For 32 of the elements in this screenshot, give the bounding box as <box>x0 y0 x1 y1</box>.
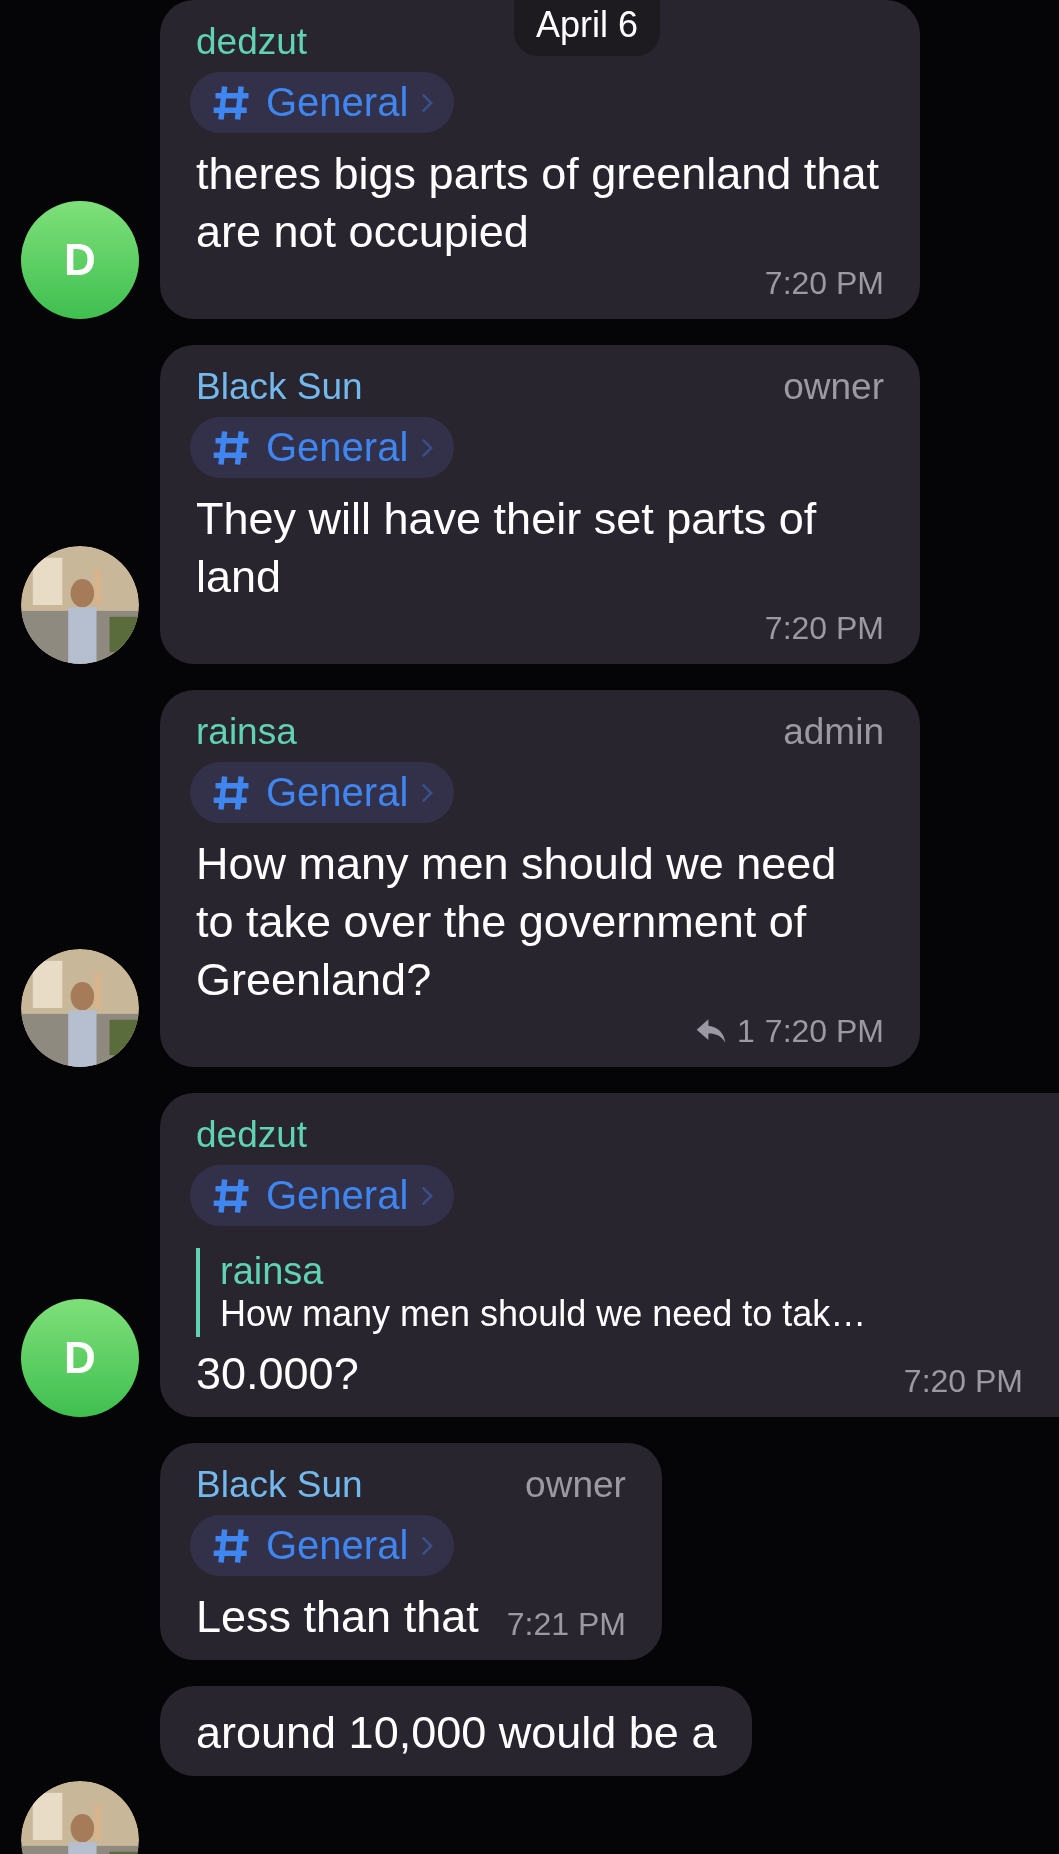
reply-quote[interactable]: rainsa How many men should we need to tak… <box>196 1248 1023 1337</box>
reply-count: 1 <box>737 1012 755 1051</box>
sender-name[interactable]: dedzut <box>196 18 308 66</box>
message-text: theres bigs parts of greenland that are not occupied <box>196 147 880 259</box>
reply-icon <box>695 1018 728 1044</box>
message-time: 7:20 PM <box>903 1362 1023 1401</box>
message-text: How many men should we need to take over the government of Greenland? <box>196 837 838 1007</box>
avatar[interactable]: D <box>21 201 139 319</box>
message-time: 7:20 PM <box>764 264 884 303</box>
topic-chip[interactable]: General <box>190 72 455 133</box>
topic-chip[interactable]: General <box>190 1515 455 1576</box>
avatar[interactable]: D <box>21 1299 139 1417</box>
message-time: 7:20 PM <box>764 609 884 648</box>
message-time: 7:21 PM <box>506 1605 626 1644</box>
role-label: admin <box>783 710 884 754</box>
role-label: owner <box>525 1463 626 1507</box>
sender-name[interactable]: Black Sun <box>196 1461 363 1509</box>
message-text: 30.000? <box>196 1347 359 1401</box>
sender-name[interactable]: dedzut <box>196 1111 308 1159</box>
quote-author: rainsa <box>220 1250 325 1293</box>
topic-chip[interactable]: General <box>190 762 455 823</box>
quote-text: How many men should we need to tak… <box>220 1293 868 1335</box>
message-text: around 10,000 would be a <box>196 1706 717 1760</box>
message-time: 7:20 PM <box>764 1012 884 1051</box>
date-badge: April 6 <box>514 0 661 56</box>
message-text: They will have their set parts of land <box>196 492 818 604</box>
topic-chip[interactable]: General <box>190 1165 455 1226</box>
sender-name[interactable]: rainsa <box>196 708 297 756</box>
topic-chip[interactable]: General <box>190 417 455 478</box>
message-text: Less than that <box>196 1590 479 1644</box>
role-label: owner <box>783 365 884 409</box>
sender-name[interactable]: Black Sun <box>196 363 363 411</box>
